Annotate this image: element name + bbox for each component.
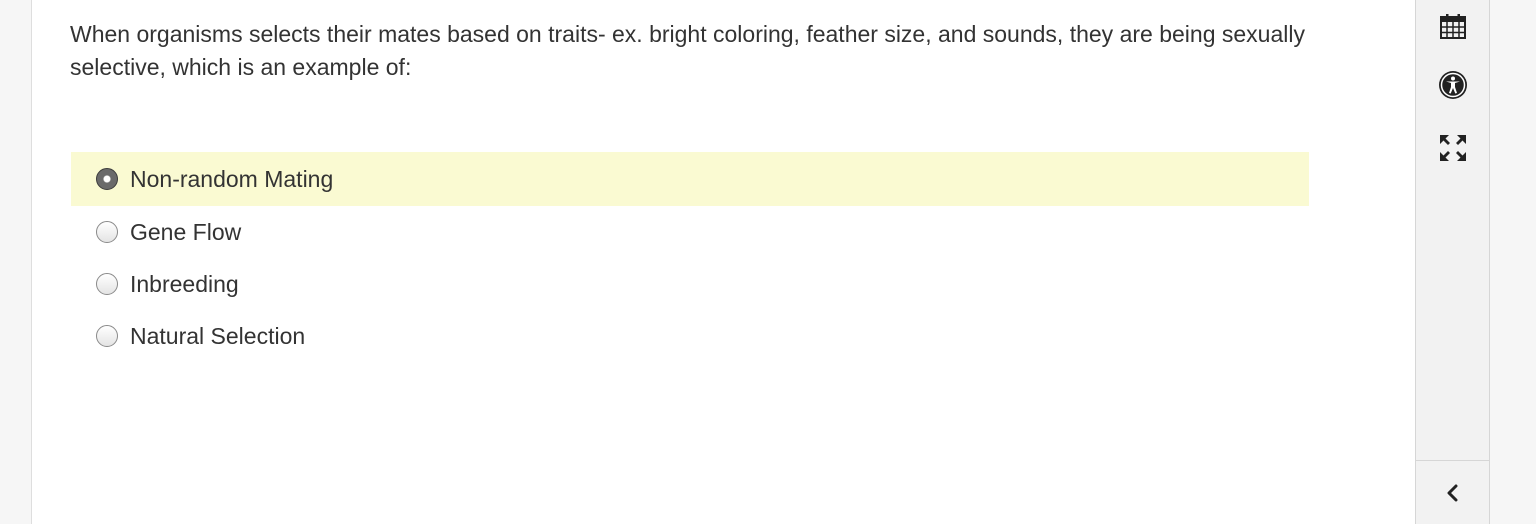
choice-gene-flow[interactable]: Gene Flow <box>71 206 1309 258</box>
question-text: When organisms selects their mates based… <box>70 21 1305 80</box>
radio-button[interactable] <box>96 325 118 347</box>
fullscreen-button[interactable] <box>1438 133 1468 163</box>
choice-non-random-mating[interactable]: Non-random Mating <box>71 152 1309 206</box>
choice-label: Non-random Mating <box>130 165 334 192</box>
question-panel: When organisms selects their mates based… <box>31 0 1416 524</box>
choice-label: Natural Selection <box>130 322 306 349</box>
choice-label: Gene Flow <box>130 218 242 245</box>
assessment-page: When organisms selects their mates based… <box>0 0 1536 524</box>
side-toolbar <box>1415 0 1490 524</box>
choice-natural-selection[interactable]: Natural Selection <box>71 310 1309 362</box>
choice-label: Inbreeding <box>130 270 239 297</box>
radio-button[interactable] <box>96 273 118 295</box>
choice-inbreeding[interactable]: Inbreeding <box>71 258 1309 310</box>
calendar-icon <box>1440 14 1466 39</box>
accessibility-icon <box>1439 71 1467 99</box>
calendar-button[interactable] <box>1438 11 1468 41</box>
expand-icon <box>1440 135 1466 161</box>
collapse-toolbar-button[interactable] <box>1416 460 1489 524</box>
radio-button[interactable] <box>96 221 118 243</box>
chevron-left-icon <box>1447 484 1457 502</box>
answer-choices: Non-random Mating Gene Flow Inbreeding N… <box>71 152 1309 362</box>
accessibility-button[interactable] <box>1438 70 1468 100</box>
radio-button-selected[interactable] <box>96 168 118 190</box>
